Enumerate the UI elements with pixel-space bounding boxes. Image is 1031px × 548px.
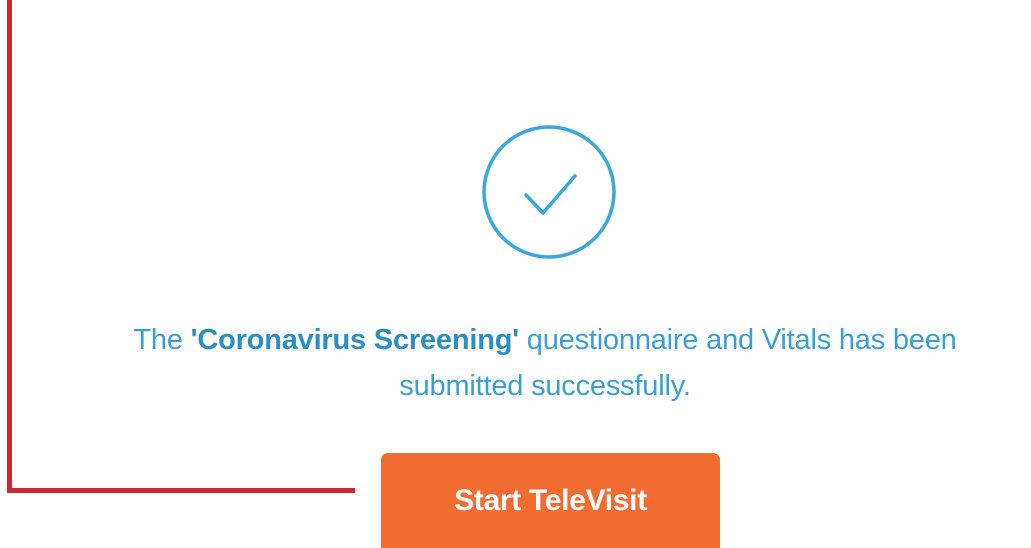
success-message: The 'Coronavirus Screening' questionnair… xyxy=(40,317,1031,409)
message-line1-suffix: questionnaire and Vitals has been xyxy=(518,324,957,356)
success-message-line-1: The 'Coronavirus Screening' questionnair… xyxy=(40,317,1031,363)
message-prefix: The xyxy=(133,324,191,356)
confirmation-page: The 'Coronavirus Screening' questionnair… xyxy=(0,0,1031,548)
check-circle-icon xyxy=(481,124,617,260)
success-message-line-2: submitted successfully. xyxy=(399,370,691,402)
questionnaire-name: 'Coronavirus Screening' xyxy=(190,324,519,356)
callout-line-vertical xyxy=(7,0,12,493)
start-televisit-button[interactable]: Start TeleVisit xyxy=(381,453,720,548)
callout-line-horizontal xyxy=(7,488,355,493)
